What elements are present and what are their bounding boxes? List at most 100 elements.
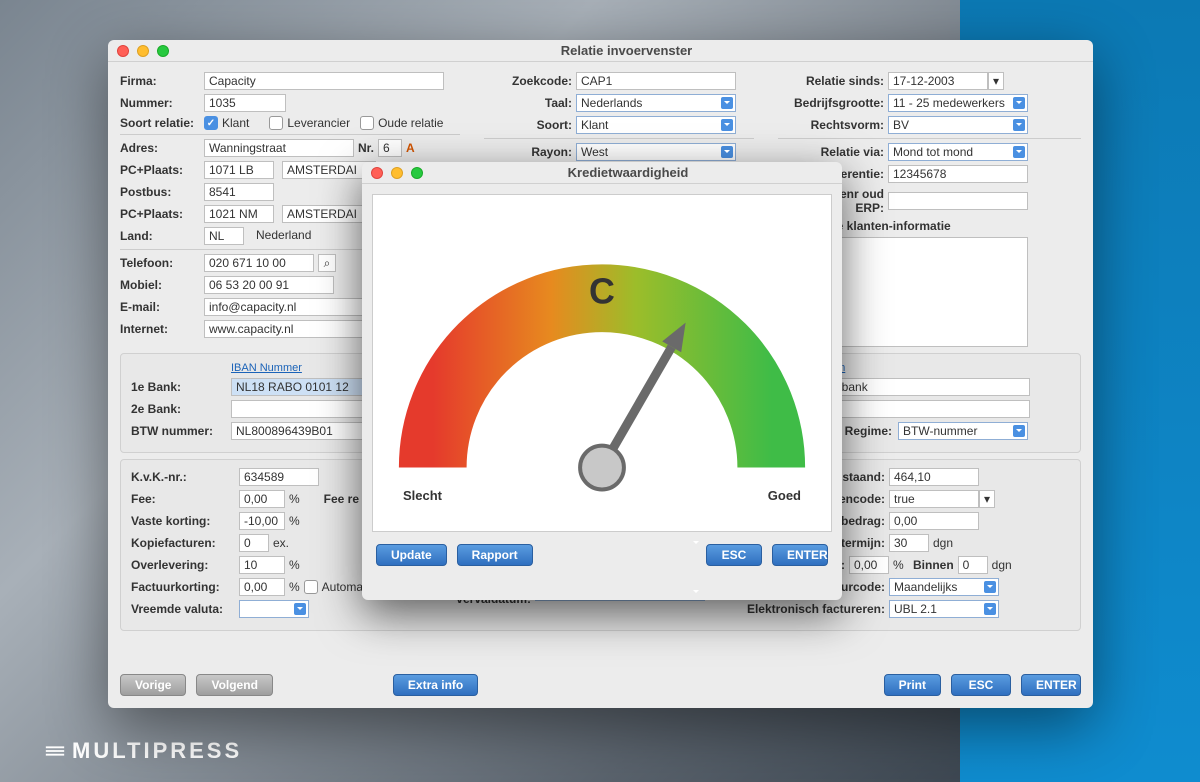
lbl-rayon: Rayon: [484,145,576,159]
lbl-telefoon: Telefoon: [120,256,204,270]
dialog-enter-button[interactable]: ENTER [772,544,828,566]
taal-select[interactable]: Nederlands [576,94,736,112]
btwnr-input[interactable]: NL800896439B01 [231,422,381,440]
landcode-input[interactable]: NL [204,227,244,245]
lbl-btwnr: BTW nummer: [131,424,231,438]
lbl-elektronisch: Elektronisch factureren: [739,602,889,616]
gauge-label-bad: Slecht [403,488,442,503]
logo-icon [44,740,66,762]
relatie-erp-input[interactable] [888,192,1028,210]
gauge-label-good: Goed [768,488,801,503]
lbl-rechtsvorm: Rechtsvorm: [778,118,888,132]
valuta-select[interactable] [239,600,309,618]
update-button[interactable]: Update [376,544,447,566]
betalingstermijn-input[interactable]: 30 [889,534,929,552]
kopief-input[interactable]: 0 [239,534,269,552]
dialog-titlebar[interactable]: Kredietwaardigheid [362,162,842,184]
mobiel-input[interactable]: 06 53 20 00 91 [204,276,334,294]
relatie-via-select[interactable]: Mond tot mond [888,143,1028,161]
zoekcode-input[interactable]: CAP1 [576,72,736,90]
gauge-svg: C [373,195,831,531]
lbl-email: E-mail: [120,300,204,314]
minorder-input[interactable]: 0,00 [889,512,979,530]
klant-checkbox[interactable] [204,116,218,130]
internet-input[interactable]: www.capacity.nl [204,320,364,338]
extra-info-button[interactable]: Extra info [393,674,478,696]
warning-icon: A [406,141,415,155]
factuurcode-select[interactable]: Maandelijks [889,578,999,596]
nummer-input[interactable]: 1035 [204,94,286,112]
banknaam2-input[interactable] [830,400,1030,418]
dialog-maximize-icon[interactable] [411,167,423,179]
dialog-esc-button[interactable]: ESC [706,544,762,566]
soort-select[interactable]: Klant [576,116,736,134]
goederencode-input[interactable]: true [889,490,979,508]
goederencode-picker[interactable]: ▾ [979,490,995,508]
nr-input[interactable]: 6 [378,139,402,157]
lbl-relatie-sinds: Relatie sinds: [778,74,888,88]
dialog-title: Kredietwaardigheid [423,165,833,180]
leverancier-checkbox[interactable] [269,116,283,130]
window-title: Relatie invoervenster [169,43,1084,58]
maximize-icon[interactable] [157,45,169,57]
pc2-input[interactable]: 1021 NM [204,205,274,223]
email-input[interactable]: info@capacity.nl [204,298,364,316]
lbl-kvk: K.v.K.-nr.: [131,470,239,484]
telefoon-picker-button[interactable]: ⌕ [318,254,336,272]
lbl-valuta: Vreemde valuta: [131,602,239,616]
dialog-close-icon[interactable] [371,167,383,179]
dialog-minimize-icon[interactable] [391,167,403,179]
vkorting-input[interactable]: -10,00 [239,512,285,530]
pc1-input[interactable]: 1071 LB [204,161,274,179]
banknaam-input[interactable]: obank [830,378,1030,396]
relatie-sinds-input[interactable]: 17-12-2003 [888,72,988,90]
esc-button[interactable]: ESC [951,674,1011,696]
lbl-vkorting: Vaste korting: [131,514,239,528]
rechtsvorm-select[interactable]: BV [888,116,1028,134]
lbl-postbus: Postbus: [120,185,204,199]
volgend-button[interactable]: Volgend [196,674,272,696]
rayon-select[interactable]: West [576,143,736,161]
window-titlebar[interactable]: Relatie invoervenster [108,40,1093,62]
close-icon[interactable] [117,45,129,57]
openstaand-input[interactable]: 464,10 [889,468,979,486]
adres-input[interactable]: Wanningstraat [204,139,354,157]
lbl-relatie-via: Relatie via: [778,145,888,159]
telefoon-input[interactable]: 020 671 10 00 [204,254,314,272]
referentie-input[interactable]: 12345678 [888,165,1028,183]
oude-relatie-checkbox[interactable] [360,116,374,130]
automatisch-checkbox[interactable] [304,580,318,594]
firma-input[interactable]: Capacity [204,72,444,90]
gauge-chart: C Slecht Goed [372,194,832,532]
fee-input[interactable]: 0,00 [239,490,285,508]
multipress-logo: MULTIPRESS [44,738,242,764]
overlevering-input[interactable]: 10 [239,556,285,574]
elektronisch-select[interactable]: UBL 2.1 [889,600,999,618]
lbl-binnen: Binnen [908,558,958,572]
minimize-icon[interactable] [137,45,149,57]
lbl-kopief: Kopiefacturen: [131,536,239,550]
vorige-button[interactable]: Vorige [120,674,186,696]
lbl-soort-relatie: Soort relatie: [120,116,204,130]
kvk-input[interactable]: 634589 [239,468,319,486]
lbl-pcplaats2: PC+Plaats: [120,207,204,221]
rapport-button[interactable]: Rapport [457,544,533,566]
print-button[interactable]: Print [884,674,941,696]
lbl-bank1: 1e Bank: [131,380,231,394]
lbl-overlevering: Overlevering: [131,558,239,572]
lbl-mobiel: Mobiel: [120,278,204,292]
enter-button[interactable]: ENTER [1021,674,1081,696]
lbl-nummer: Nummer: [120,96,204,110]
gauge-grade: C [589,271,615,311]
fkorting-input[interactable]: 0,00 [239,578,285,596]
btwregime-select[interactable]: BTW-nummer [898,422,1028,440]
iban1-input[interactable]: NL18 RABO 0101 12 [231,378,381,396]
iban-link[interactable]: IBAN Nummer [231,362,302,374]
lbl-zoekcode: Zoekcode: [484,74,576,88]
date-picker-button[interactable]: ▾ [988,72,1004,90]
iban2-input[interactable] [231,400,381,418]
binnen-input[interactable]: 0 [958,556,988,574]
postbus-input[interactable]: 8541 [204,183,274,201]
bedrijfsgrootte-select[interactable]: 11 - 25 medewerkers [888,94,1028,112]
kredietbep-input[interactable]: 0,00 [849,556,889,574]
